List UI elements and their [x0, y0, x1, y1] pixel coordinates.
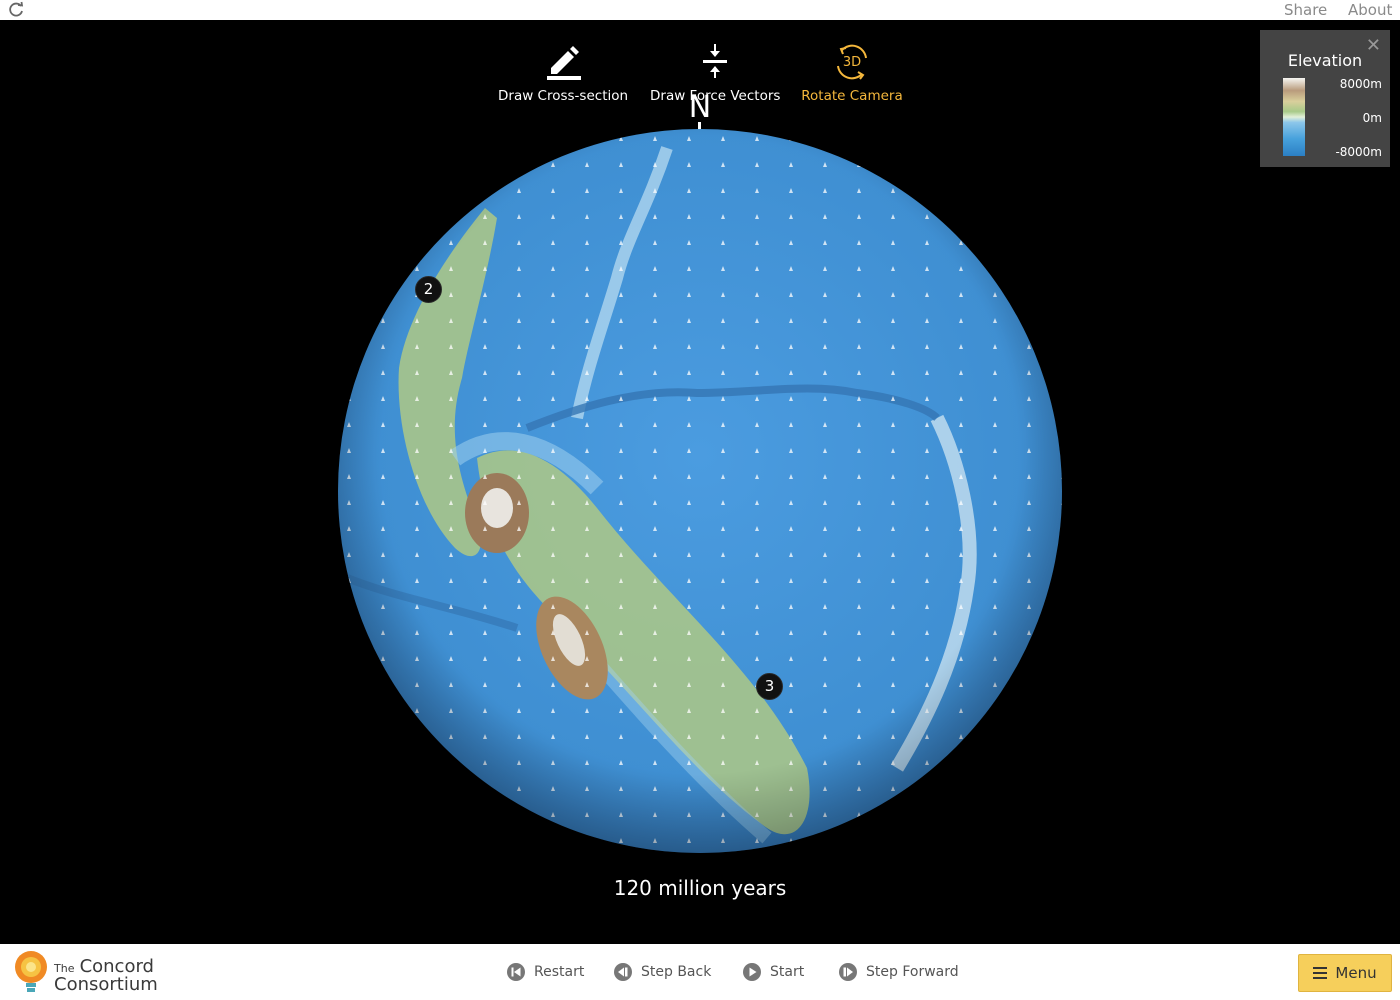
pencil-icon	[547, 46, 581, 80]
legend-max: 8000m	[1339, 77, 1382, 91]
concord-logo[interactable]: The Concord Consortium	[10, 949, 170, 995]
start-button[interactable]: Start	[742, 962, 804, 982]
elevation-color-bar	[1283, 78, 1305, 156]
draw-cross-section-button[interactable]: Draw Cross-section	[498, 42, 628, 104]
rotate-3d-icon: 3D	[837, 44, 867, 80]
hamburger-icon	[1313, 964, 1328, 982]
step-back-icon	[614, 963, 632, 981]
cross-section-label: Draw Cross-section	[498, 88, 629, 104]
elevation-legend: ✕ Elevation 8000m 0m -8000m	[1260, 30, 1390, 167]
play-icon	[743, 963, 761, 981]
legend-title: Elevation	[1287, 51, 1363, 70]
restart-button[interactable]: Restart	[506, 962, 584, 982]
rotate-3d-text: 3D	[843, 55, 861, 70]
menu-label: Menu	[1335, 964, 1377, 982]
force-vectors-icon	[703, 44, 727, 78]
force-vectors-label: Draw Force Vectors	[650, 88, 781, 104]
plate-marker-2[interactable]: 2	[415, 276, 442, 303]
restart-icon	[507, 963, 525, 981]
legend-min: -8000m	[1335, 145, 1382, 159]
step-back-button[interactable]: Step Back	[613, 962, 711, 982]
globe-stage[interactable]: Draw Cross-section Draw Force Vectors 3D	[0, 20, 1400, 944]
step-back-label: Step Back	[641, 964, 712, 980]
about-link[interactable]: About	[1348, 1, 1392, 19]
legend-mid: 0m	[1362, 111, 1382, 125]
logo-consortium: Consortium	[54, 974, 158, 995]
reload-icon[interactable]	[7, 1, 25, 19]
step-forward-icon	[839, 963, 857, 981]
planet-globe[interactable]	[337, 128, 1063, 854]
step-forward-button[interactable]: Step Forward	[838, 962, 959, 982]
rotate-camera-label: Rotate Camera	[801, 88, 903, 104]
start-label: Start	[770, 964, 805, 980]
menu-button[interactable]: Menu	[1298, 954, 1392, 992]
draw-force-vectors-button[interactable]: Draw Force Vectors	[650, 42, 780, 104]
rotate-camera-button[interactable]: 3D Rotate Camera	[796, 42, 908, 104]
restart-label: Restart	[534, 964, 585, 980]
lightbulb-logo-icon	[15, 951, 47, 992]
top-bar: Share About	[0, 0, 1400, 20]
bottom-bar: The Concord Consortium Restart Step Back…	[0, 944, 1400, 1000]
plate-marker-3[interactable]: 3	[756, 673, 783, 700]
step-forward-label: Step Forward	[866, 964, 959, 980]
share-link[interactable]: Share	[1284, 1, 1327, 19]
compass-north-label: N	[688, 90, 712, 125]
simulation-time: 120 million years	[613, 876, 787, 900]
